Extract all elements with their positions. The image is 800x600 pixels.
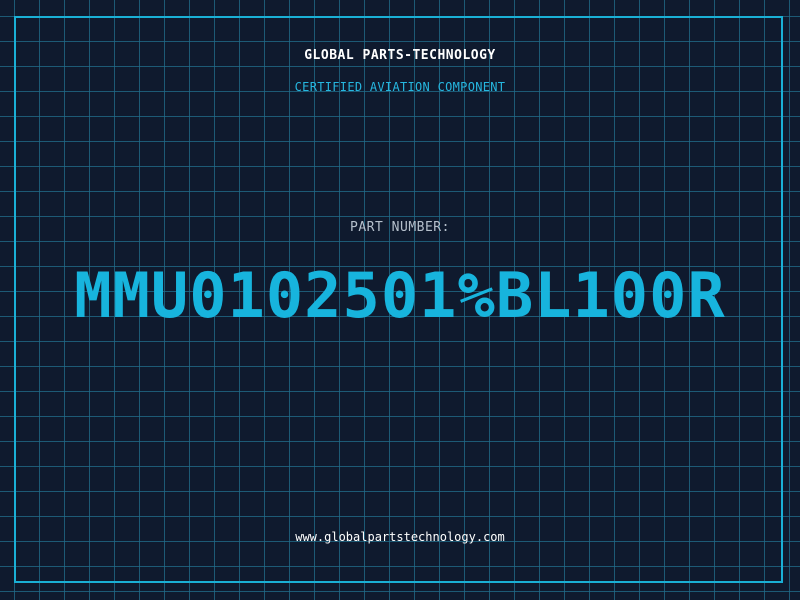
company-name: GLOBAL PARTS-TECHNOLOGY [304,48,496,63]
part-label-card: GLOBAL PARTS-TECHNOLOGY CERTIFIED AVIATI… [0,0,800,600]
website-url: www.globalpartstechnology.com [295,530,505,544]
part-number-value: MMU0102501%BL100R [74,259,726,332]
certification-tagline: CERTIFIED AVIATION COMPONENT [294,80,506,94]
part-number-label: PART NUMBER: [350,220,450,235]
